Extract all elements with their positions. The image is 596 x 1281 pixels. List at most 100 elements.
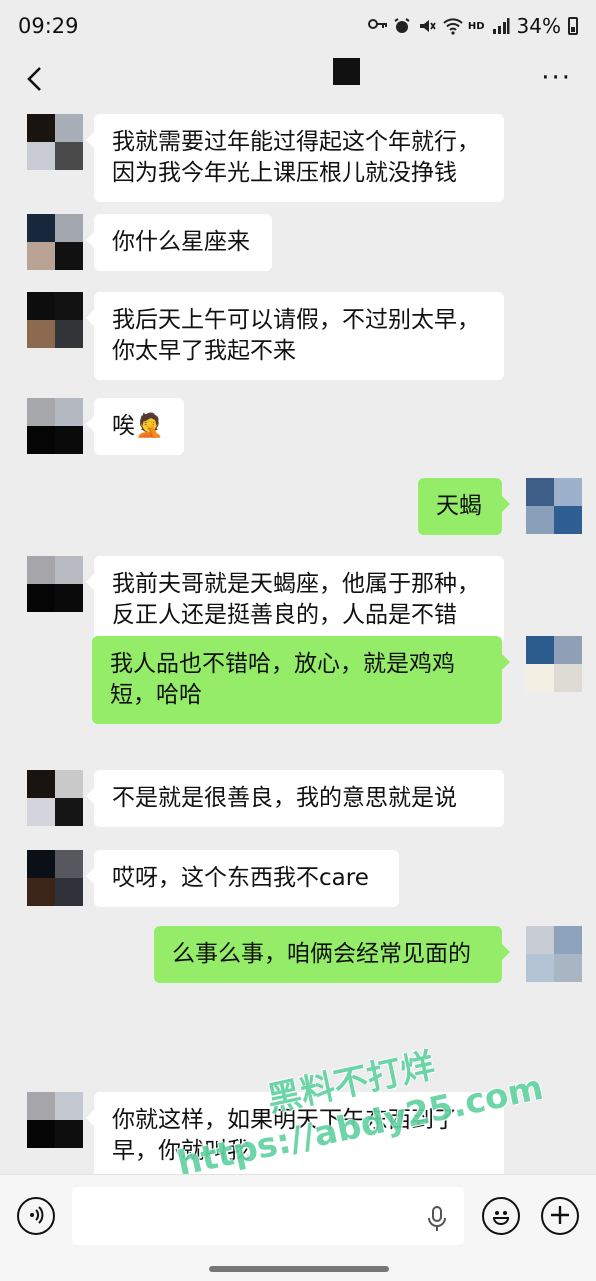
message-input[interactable] xyxy=(72,1187,464,1245)
avatar-tile xyxy=(27,292,55,320)
incoming-message-bubble[interactable]: 唉🤦 xyxy=(86,398,184,455)
avatar-tile xyxy=(55,426,83,454)
avatar-tile xyxy=(55,320,83,348)
avatar-tile xyxy=(55,292,83,320)
alarm-icon xyxy=(393,17,411,35)
avatar[interactable] xyxy=(27,770,83,826)
avatar-tile xyxy=(526,926,554,954)
avatar[interactable] xyxy=(526,478,582,534)
avatar-tile xyxy=(55,114,83,142)
signal-icon xyxy=(492,17,510,35)
more-button[interactable]: ··· xyxy=(541,65,572,91)
voice-toggle-button[interactable] xyxy=(17,1197,55,1235)
avatar-tile xyxy=(27,114,55,142)
avatar-tile xyxy=(55,556,83,584)
battery-icon xyxy=(568,17,578,35)
avatar-tile xyxy=(27,584,55,612)
avatar-tile xyxy=(27,556,55,584)
incoming-message-bubble[interactable]: 你什么星座来 xyxy=(86,214,272,271)
message-text-line: 天蝎 xyxy=(436,493,482,519)
avatar-tile xyxy=(27,1120,55,1148)
avatar[interactable] xyxy=(27,398,83,454)
incoming-message-bubble[interactable]: 我就需要过年能过得起这个年就行， 因为我今年光上课压根儿就没挣钱 xyxy=(86,114,504,202)
avatar-tile xyxy=(55,142,83,170)
message-text-line: 反正人还是挺善良的，人品是不错 xyxy=(112,602,457,628)
avatar-tile xyxy=(27,426,55,454)
incoming-message-bubble[interactable]: 哎呀，这个东西我不care xyxy=(86,850,399,907)
plus-button[interactable] xyxy=(541,1197,579,1235)
avatar-tile xyxy=(526,478,554,506)
avatar[interactable] xyxy=(27,214,83,270)
avatar-tile xyxy=(526,636,554,664)
avatar[interactable] xyxy=(526,636,582,692)
avatar-tile xyxy=(27,214,55,242)
incoming-message-bubble[interactable]: 我前夫哥就是天蝎座，他属于那种， 反正人还是挺善良的，人品是不错 xyxy=(86,556,504,644)
message-text-line: 我后天上午可以请假，不过别太早， xyxy=(112,307,480,333)
home-indicator xyxy=(209,1266,389,1272)
wifi-icon xyxy=(443,17,463,35)
chevron-left-icon xyxy=(27,67,41,91)
incoming-message-bubble[interactable]: 不是就是很善良，我的意思就是说 xyxy=(86,770,504,827)
avatar-tile xyxy=(27,770,55,798)
avatar-tile xyxy=(554,926,582,954)
emoji-icon xyxy=(492,1211,510,1225)
avatar-tile xyxy=(526,664,554,692)
message-text-line: 我前夫哥就是天蝎座，他属于那种， xyxy=(112,571,480,597)
back-button[interactable] xyxy=(22,62,50,96)
avatar-tile xyxy=(55,878,83,906)
message-text-line: 么事么事，咱俩会经常见面的 xyxy=(172,941,471,967)
incoming-message-bubble[interactable]: 我后天上午可以请假，不过别太早， 你太早了我起不来 xyxy=(86,292,504,380)
avatar[interactable] xyxy=(27,1092,83,1148)
avatar-tile xyxy=(55,770,83,798)
mute-icon xyxy=(418,17,436,35)
message-text-line: 我就需要过年能过得起这个年就行， xyxy=(112,129,480,155)
emoji-button[interactable] xyxy=(482,1197,520,1235)
avatar-tile xyxy=(554,478,582,506)
avatar-tile xyxy=(27,798,55,826)
avatar[interactable] xyxy=(27,850,83,906)
avatar-tile xyxy=(554,636,582,664)
chat-title-redacted xyxy=(333,58,360,85)
avatar-tile xyxy=(55,1120,83,1148)
avatar-tile xyxy=(27,878,55,906)
avatar-tile xyxy=(27,1092,55,1120)
avatar-tile xyxy=(55,242,83,270)
message-text-line: 哎呀，这个东西我不care xyxy=(112,865,369,891)
avatar[interactable] xyxy=(27,114,83,170)
avatar-tile xyxy=(27,320,55,348)
avatar[interactable] xyxy=(27,556,83,612)
avatar-tile xyxy=(55,1092,83,1120)
voice-icon xyxy=(30,1206,44,1224)
avatar-tile xyxy=(526,954,554,982)
avatar-tile xyxy=(526,506,554,534)
message-text-line: 不是就是很善良，我的意思就是说 xyxy=(112,785,457,811)
battery-percent: 34% xyxy=(516,14,561,38)
message-text-line: 因为我今年光上课压根儿就没挣钱 xyxy=(112,160,457,186)
avatar[interactable] xyxy=(526,926,582,982)
input-bar xyxy=(0,1174,596,1281)
microphone-icon[interactable] xyxy=(426,1205,448,1233)
message-text-line: 唉🤦 xyxy=(112,413,164,439)
avatar-tile xyxy=(554,954,582,982)
avatar-tile xyxy=(55,398,83,426)
outgoing-message-bubble[interactable]: 么事么事，咱俩会经常见面的 xyxy=(154,926,510,983)
avatar-tile xyxy=(27,242,55,270)
outgoing-message-bubble[interactable]: 天蝎 xyxy=(418,478,510,535)
plus-icon xyxy=(551,1206,569,1224)
status-time: 09:29 xyxy=(18,14,79,38)
avatar-tile xyxy=(554,506,582,534)
outgoing-message-bubble[interactable]: 我人品也不错哈，放心，就是鸡鸡 短，哈哈 xyxy=(92,636,510,724)
avatar-tile xyxy=(55,214,83,242)
message-text-line: 短，哈哈 xyxy=(110,682,202,708)
message-text-line: 你太早了我起不来 xyxy=(112,338,296,364)
avatar-tile xyxy=(554,664,582,692)
message-text-line: 我人品也不错哈，放心，就是鸡鸡 xyxy=(110,651,455,677)
status-icons: HD 34% xyxy=(367,14,578,38)
avatar-tile xyxy=(27,850,55,878)
key-icon xyxy=(367,17,387,35)
avatar[interactable] xyxy=(27,292,83,348)
status-bar: 09:29 HD 34% xyxy=(0,0,596,56)
avatar-tile xyxy=(55,850,83,878)
hd-label: HD xyxy=(467,20,485,32)
avatar-tile xyxy=(27,142,55,170)
